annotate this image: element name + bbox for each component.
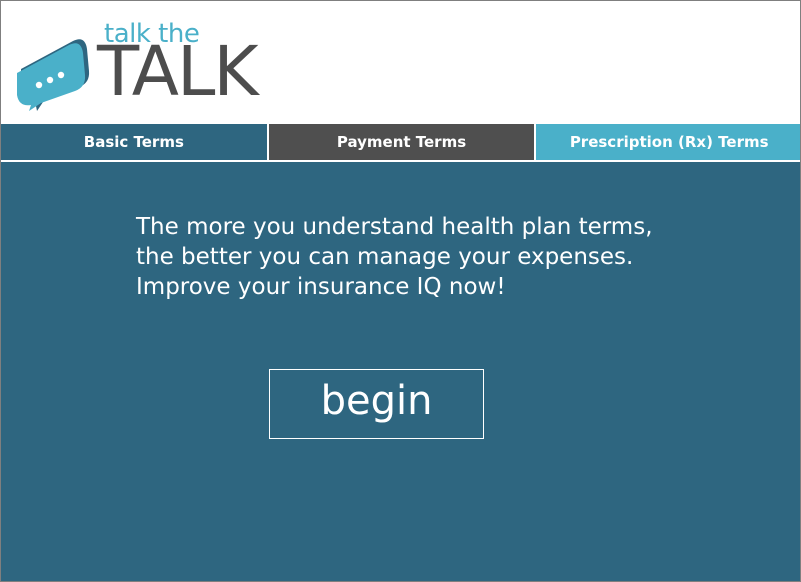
intro-text: The more you understand health plan term… [136,214,653,300]
logo-big-text: TALK [97,32,259,112]
app-frame: talk the TALK Basic Terms Payment Terms … [0,0,801,582]
main-panel: The more you understand health plan term… [1,162,800,581]
tab-payment-terms[interactable]: Payment Terms [268,124,537,160]
tab-prescription-terms[interactable]: Prescription (Rx) Terms [536,124,800,160]
header: talk the TALK [1,1,800,124]
talk-the-talk-logo: talk the TALK [15,19,275,112]
tab-basic-terms[interactable]: Basic Terms [1,124,269,160]
nav-tabs: Basic Terms Payment Terms Prescription (… [1,124,800,162]
speech-bubble-icon [17,39,90,111]
begin-button[interactable]: begin [269,369,484,439]
